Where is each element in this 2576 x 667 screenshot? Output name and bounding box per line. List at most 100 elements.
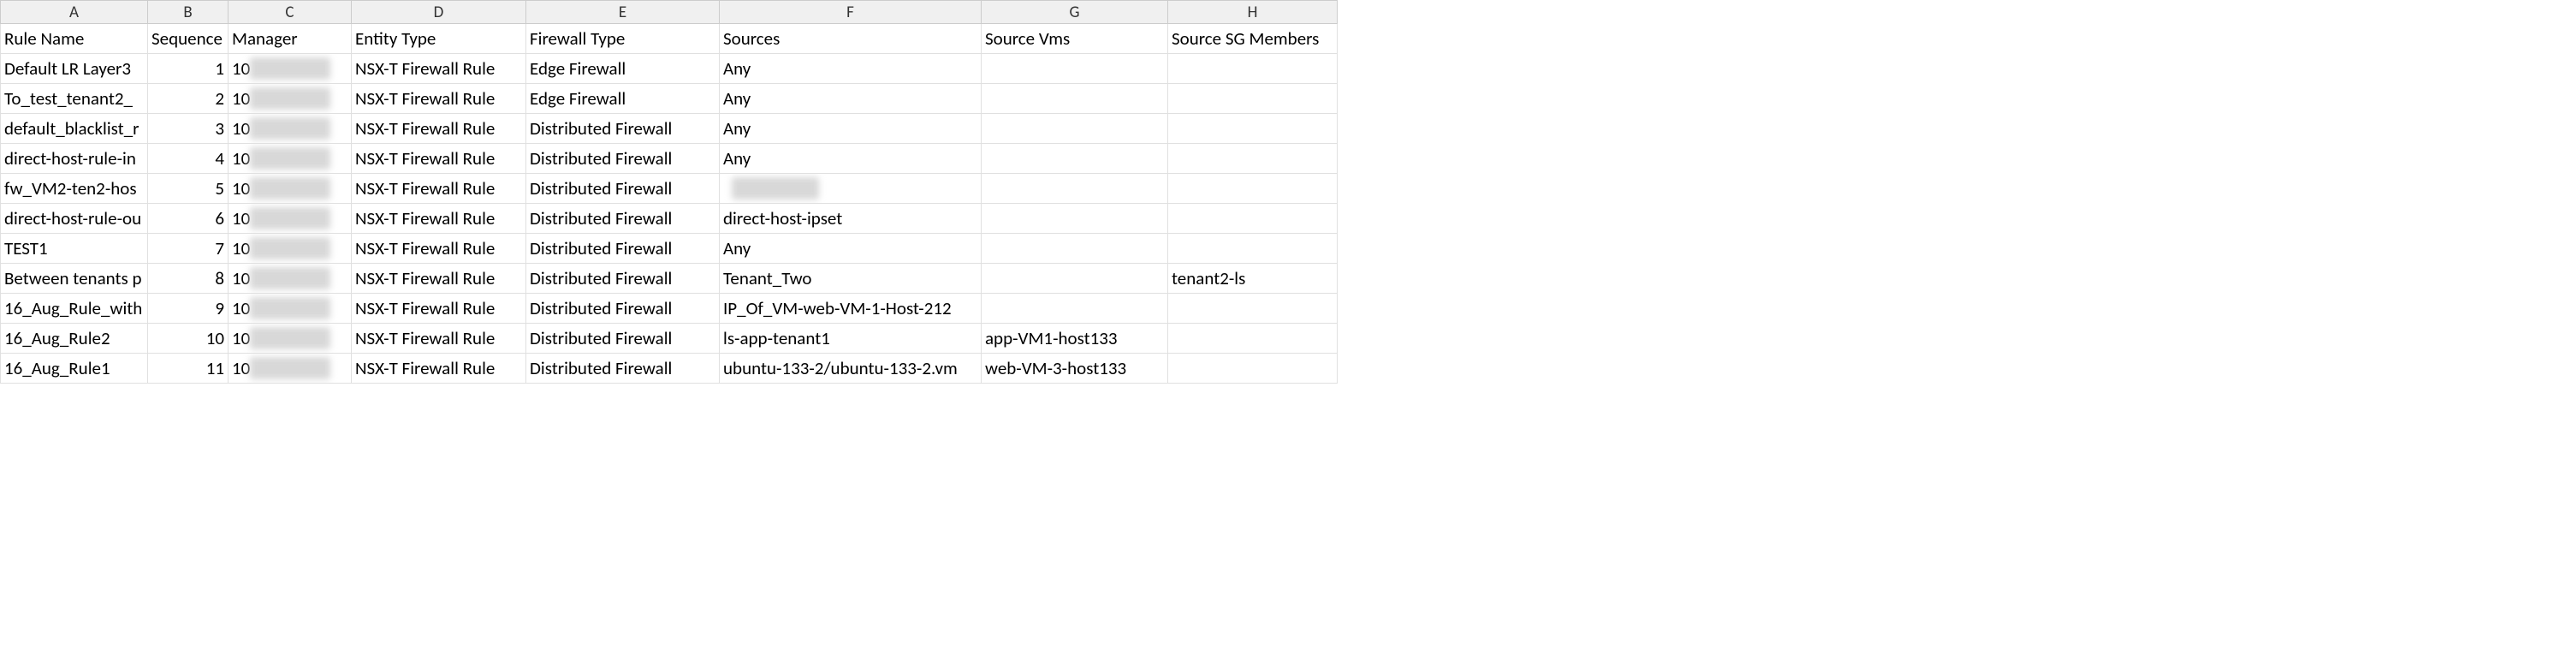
cell-firewall-type[interactable]: Distributed Firewall bbox=[526, 294, 720, 324]
col-header-D[interactable]: D bbox=[352, 1, 526, 24]
cell-sources[interactable]: Any bbox=[720, 84, 982, 114]
cell-rule-name[interactable]: direct-host-rule-in bbox=[1, 144, 148, 174]
cell-rule-name[interactable]: default_blacklist_r bbox=[1, 114, 148, 144]
cell-entity-type[interactable]: NSX-T Firewall Rule bbox=[352, 54, 526, 84]
cell-source-sg-members[interactable] bbox=[1168, 294, 1338, 324]
cell-sequence[interactable]: 1 bbox=[148, 54, 229, 84]
cell-sequence[interactable]: 2 bbox=[148, 84, 229, 114]
cell[interactable]: Sequence bbox=[148, 24, 229, 54]
cell-entity-type[interactable]: NSX-T Firewall Rule bbox=[352, 144, 526, 174]
cell-source-sg-members[interactable] bbox=[1168, 234, 1338, 264]
cell-entity-type[interactable]: NSX-T Firewall Rule bbox=[352, 324, 526, 354]
cell-source-vms[interactable] bbox=[982, 174, 1168, 204]
cell-firewall-type[interactable]: Edge Firewall bbox=[526, 84, 720, 114]
cell-sources[interactable]: ls-app-tenant1 bbox=[720, 324, 982, 354]
cell-firewall-type[interactable]: Distributed Firewall bbox=[526, 354, 720, 384]
cell-firewall-type[interactable]: Distributed Firewall bbox=[526, 324, 720, 354]
cell-firewall-type[interactable]: Distributed Firewall bbox=[526, 144, 720, 174]
cell-source-sg-members[interactable] bbox=[1168, 114, 1338, 144]
cell[interactable]: Source SG Members bbox=[1168, 24, 1338, 54]
cell-sources[interactable]: direct-host-ipset bbox=[720, 204, 982, 234]
cell-sources[interactable]: ubuntu-133-2/ubuntu-133-2.vm bbox=[720, 354, 982, 384]
cell-source-vms[interactable] bbox=[982, 114, 1168, 144]
cell-sources[interactable]: Any bbox=[720, 144, 982, 174]
cell-manager[interactable]: 10xxxxxxxxx bbox=[229, 264, 352, 294]
cell-source-vms[interactable] bbox=[982, 54, 1168, 84]
cell-entity-type[interactable]: NSX-T Firewall Rule bbox=[352, 234, 526, 264]
cell[interactable]: Rule Name bbox=[1, 24, 148, 54]
cell-sequence[interactable]: 7 bbox=[148, 234, 229, 264]
cell-rule-name[interactable]: 16_Aug_Rule2 bbox=[1, 324, 148, 354]
cell-rule-name[interactable]: Default LR Layer3 bbox=[1, 54, 148, 84]
cell-sequence[interactable]: 10 bbox=[148, 324, 229, 354]
cell-rule-name[interactable]: 16_Aug_Rule_with bbox=[1, 294, 148, 324]
cell-firewall-type[interactable]: Distributed Firewall bbox=[526, 114, 720, 144]
cell-sources[interactable]: IP_Of_VM-web-VM-1-Host-212 bbox=[720, 294, 982, 324]
cell-entity-type[interactable]: NSX-T Firewall Rule bbox=[352, 264, 526, 294]
cell-source-vms[interactable]: app-VM1-host133 bbox=[982, 324, 1168, 354]
col-header-C[interactable]: C bbox=[229, 1, 352, 24]
cell-rule-name[interactable]: fw_VM2-ten2-hos bbox=[1, 174, 148, 204]
cell[interactable]: Source Vms bbox=[982, 24, 1168, 54]
cell-source-sg-members[interactable] bbox=[1168, 354, 1338, 384]
cell-source-vms[interactable] bbox=[982, 234, 1168, 264]
cell-source-sg-members[interactable] bbox=[1168, 144, 1338, 174]
cell-source-sg-members[interactable] bbox=[1168, 54, 1338, 84]
cell-sequence[interactable]: 6 bbox=[148, 204, 229, 234]
cell-manager[interactable]: 10xxxxxxxxx bbox=[229, 294, 352, 324]
cell-sequence[interactable]: 5 bbox=[148, 174, 229, 204]
spreadsheet-grid[interactable]: A B C D E F G H Rule Name Sequence Manag… bbox=[0, 0, 1338, 384]
cell-rule-name[interactable]: Between tenants p bbox=[1, 264, 148, 294]
cell-entity-type[interactable]: NSX-T Firewall Rule bbox=[352, 354, 526, 384]
cell-manager[interactable]: 10xxxxxxxxx bbox=[229, 234, 352, 264]
cell-sequence[interactable]: 8 bbox=[148, 264, 229, 294]
cell-source-vms[interactable] bbox=[982, 204, 1168, 234]
cell-entity-type[interactable]: NSX-T Firewall Rule bbox=[352, 294, 526, 324]
cell-manager[interactable]: 10xxxxxxxxx bbox=[229, 114, 352, 144]
col-header-B[interactable]: B bbox=[148, 1, 229, 24]
cell-entity-type[interactable]: NSX-T Firewall Rule bbox=[352, 174, 526, 204]
cell-sources[interactable]: Any bbox=[720, 114, 982, 144]
cell-source-sg-members[interactable]: tenant2-ls bbox=[1168, 264, 1338, 294]
cell-source-sg-members[interactable] bbox=[1168, 84, 1338, 114]
cell-source-sg-members[interactable] bbox=[1168, 174, 1338, 204]
cell-rule-name[interactable]: direct-host-rule-ou bbox=[1, 204, 148, 234]
cell-firewall-type[interactable]: Distributed Firewall bbox=[526, 234, 720, 264]
cell-firewall-type[interactable]: Distributed Firewall bbox=[526, 204, 720, 234]
cell-source-sg-members[interactable] bbox=[1168, 204, 1338, 234]
cell[interactable]: Manager bbox=[229, 24, 352, 54]
cell-firewall-type[interactable]: Distributed Firewall bbox=[526, 264, 720, 294]
cell-sources[interactable]: Tenant_Two bbox=[720, 264, 982, 294]
cell-source-sg-members[interactable] bbox=[1168, 324, 1338, 354]
cell-manager[interactable]: 10xxxxxxxxx bbox=[229, 354, 352, 384]
cell-manager[interactable]: 10xxxxxxxxx bbox=[229, 324, 352, 354]
cell-rule-name[interactable]: 16_Aug_Rule1 bbox=[1, 354, 148, 384]
cell-entity-type[interactable]: NSX-T Firewall Rule bbox=[352, 204, 526, 234]
cell[interactable]: Entity Type bbox=[352, 24, 526, 54]
cell-entity-type[interactable]: NSX-T Firewall Rule bbox=[352, 84, 526, 114]
cell-source-vms[interactable] bbox=[982, 84, 1168, 114]
col-header-F[interactable]: F bbox=[720, 1, 982, 24]
cell-sequence[interactable]: 9 bbox=[148, 294, 229, 324]
cell-manager[interactable]: 10xxxxxxxxx bbox=[229, 204, 352, 234]
cell-sources[interactable]: Any bbox=[720, 54, 982, 84]
cell-rule-name[interactable]: TEST1 bbox=[1, 234, 148, 264]
cell-sequence[interactable]: 11 bbox=[148, 354, 229, 384]
cell-firewall-type[interactable]: Distributed Firewall bbox=[526, 174, 720, 204]
col-header-H[interactable]: H bbox=[1168, 1, 1338, 24]
cell-entity-type[interactable]: NSX-T Firewall Rule bbox=[352, 114, 526, 144]
cell-manager[interactable]: 10xxxxxxxxx bbox=[229, 144, 352, 174]
cell-source-vms[interactable] bbox=[982, 264, 1168, 294]
cell-manager[interactable]: 10xxxxxxxxx bbox=[229, 174, 352, 204]
cell[interactable]: Sources bbox=[720, 24, 982, 54]
cell-manager[interactable]: 10xxxxxxxxx bbox=[229, 54, 352, 84]
cell-source-vms[interactable] bbox=[982, 294, 1168, 324]
cell-manager[interactable]: 10xxxxxxxxx bbox=[229, 84, 352, 114]
cell-source-vms[interactable]: web-VM-3-host133 bbox=[982, 354, 1168, 384]
cell-sources[interactable]: xxxxxxxxxx bbox=[720, 174, 982, 204]
col-header-E[interactable]: E bbox=[526, 1, 720, 24]
col-header-A[interactable]: A bbox=[1, 1, 148, 24]
cell-source-vms[interactable] bbox=[982, 144, 1168, 174]
cell-sources[interactable]: Any bbox=[720, 234, 982, 264]
cell[interactable]: Firewall Type bbox=[526, 24, 720, 54]
